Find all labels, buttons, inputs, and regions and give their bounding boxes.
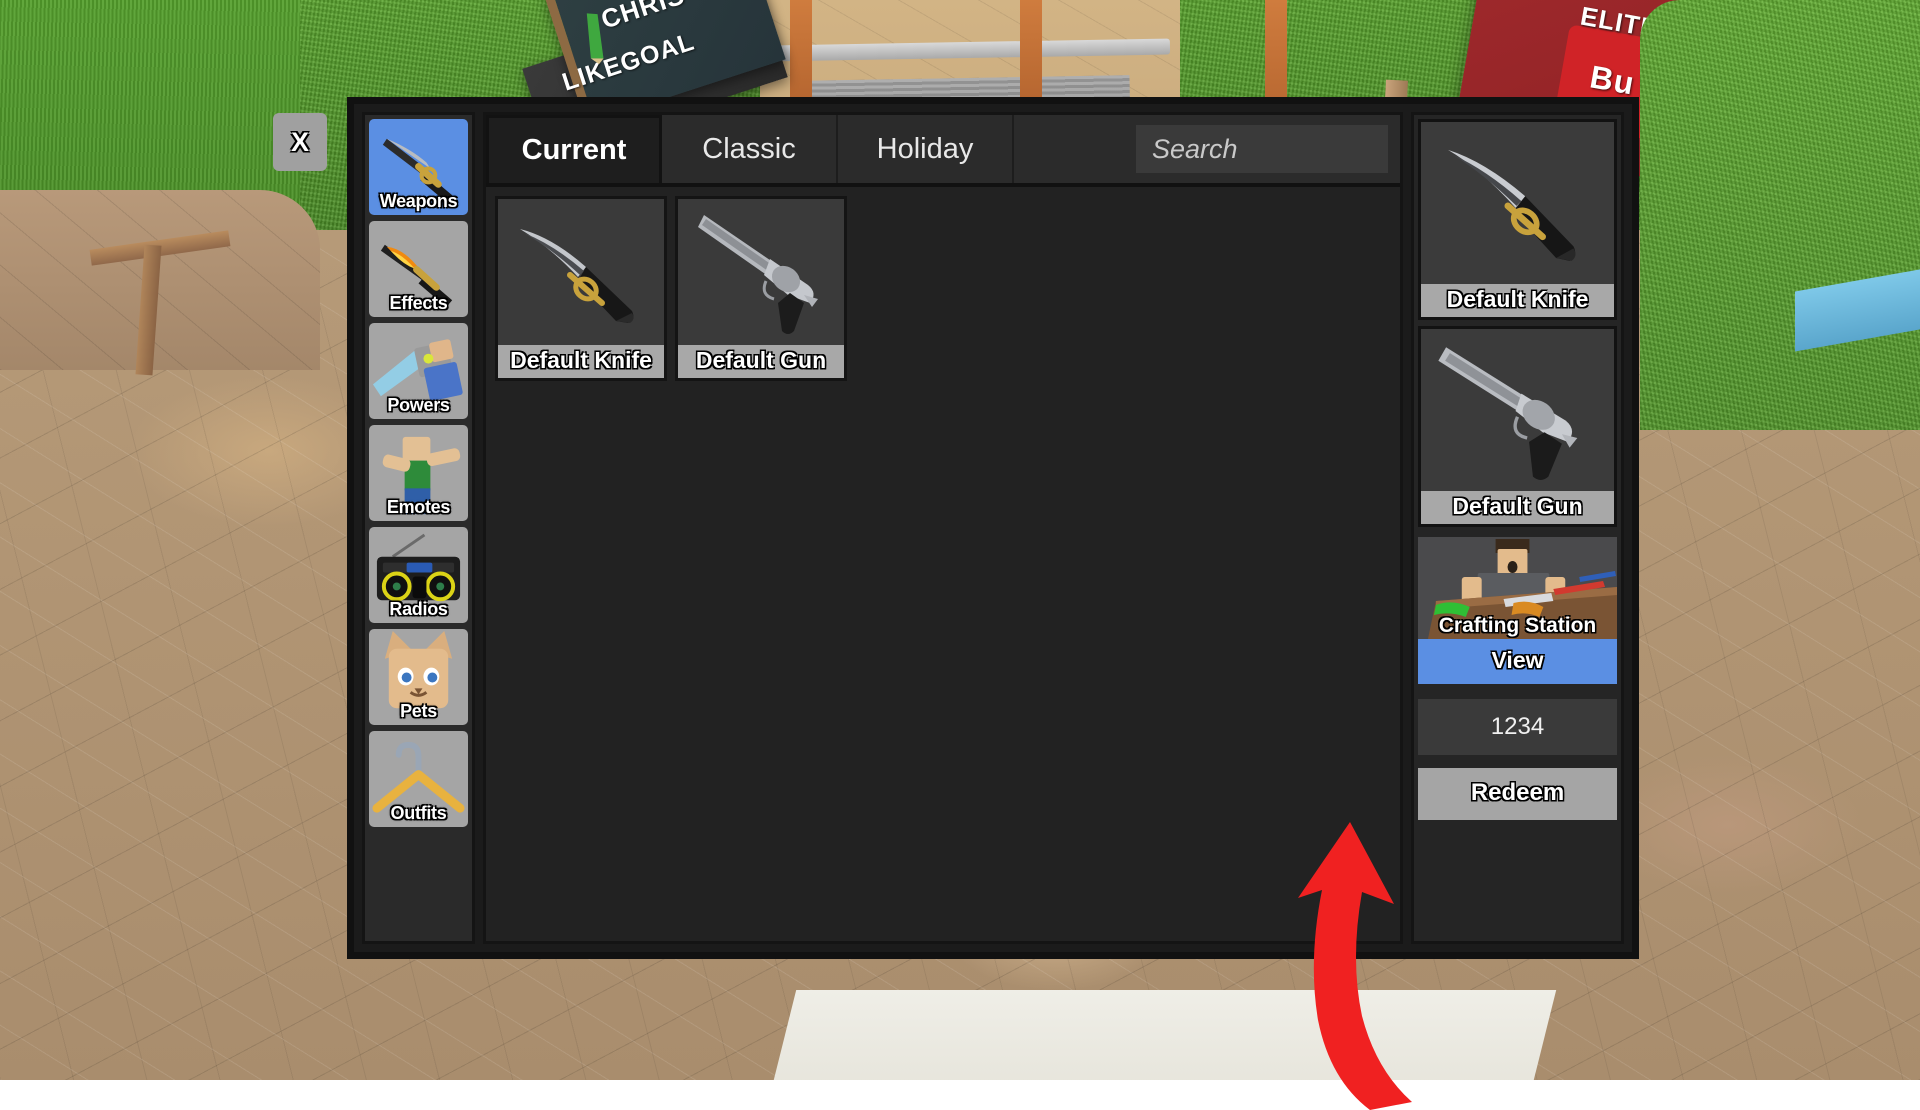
item-thumbnail (1421, 329, 1614, 491)
close-button[interactable]: X (273, 113, 327, 171)
item-name: Default Knife (1421, 284, 1614, 317)
item-name: Default Gun (678, 345, 844, 378)
tab-spacer (1014, 115, 1136, 183)
content-area: Current Classic Holiday (483, 112, 1403, 944)
item-name: Default Gun (1421, 491, 1614, 524)
sidebar-item-effects[interactable]: Effects (369, 221, 468, 317)
tab-bar: Current Classic Holiday (486, 115, 1400, 183)
sidebar-item-label: Pets (369, 701, 468, 722)
grid-item-default-knife[interactable]: Default Knife (495, 196, 667, 381)
search-box[interactable] (1136, 125, 1388, 173)
item-thumbnail (1421, 122, 1614, 284)
player-character (1150, 0, 1250, 108)
item-name: Default Knife (498, 345, 664, 378)
sidebar-item-label: Effects (369, 293, 468, 314)
sidebar-item-label: Outfits (369, 803, 468, 824)
fence-plank (790, 0, 812, 100)
fence-plank (1020, 0, 1042, 100)
knife-icon (498, 199, 668, 345)
revolver-icon (1421, 329, 1614, 491)
item-thumbnail (498, 199, 664, 345)
category-sidebar: Weapons Effects Powers (362, 112, 475, 944)
sidebar-item-weapons[interactable]: Weapons (369, 119, 468, 215)
item-thumbnail (678, 199, 844, 345)
stone-floor-left (0, 190, 320, 370)
sidebar-item-label: Powers (369, 395, 468, 416)
grass-right (1640, 0, 1920, 430)
grid-item-default-gun[interactable]: Default Gun (675, 196, 847, 381)
crafting-station-card[interactable]: Crafting Station View (1418, 537, 1617, 684)
equipped-panel: Default Knife Default Gun (1411, 112, 1624, 944)
sidebar-item-emotes[interactable]: Emotes (369, 425, 468, 521)
tab-holiday[interactable]: Holiday (838, 115, 1014, 183)
white-platform (764, 990, 1556, 1080)
redeem-code-input[interactable] (1418, 699, 1617, 755)
crafting-station-thumbnail: Crafting Station (1418, 537, 1617, 639)
redeem-button[interactable]: Redeem (1418, 768, 1617, 820)
tab-current[interactable]: Current (486, 115, 662, 183)
shop-panel: Weapons Effects Powers (347, 97, 1639, 959)
sidebar-item-label: Weapons (369, 191, 468, 212)
sidebar-item-label: Radios (369, 599, 468, 620)
knife-icon (1421, 122, 1614, 284)
sidebar-item-label: Emotes (369, 497, 468, 518)
crafting-station-title: Crafting Station (1418, 614, 1617, 638)
equipped-item-knife[interactable]: Default Knife (1418, 119, 1617, 320)
sidebar-item-radios[interactable]: Radios (369, 527, 468, 623)
view-button[interactable]: View (1418, 639, 1617, 684)
sidebar-item-outfits[interactable]: Outfits (369, 731, 468, 827)
revolver-icon (678, 199, 848, 345)
sign-right-button-text: Bu (1587, 58, 1637, 102)
item-grid: Default Knife Default Gun (486, 183, 1400, 941)
equipped-item-gun[interactable]: Default Gun (1418, 326, 1617, 527)
sidebar-item-pets[interactable]: Pets (369, 629, 468, 725)
sidebar-item-powers[interactable]: Powers (369, 323, 468, 419)
tab-classic[interactable]: Classic (662, 115, 838, 183)
